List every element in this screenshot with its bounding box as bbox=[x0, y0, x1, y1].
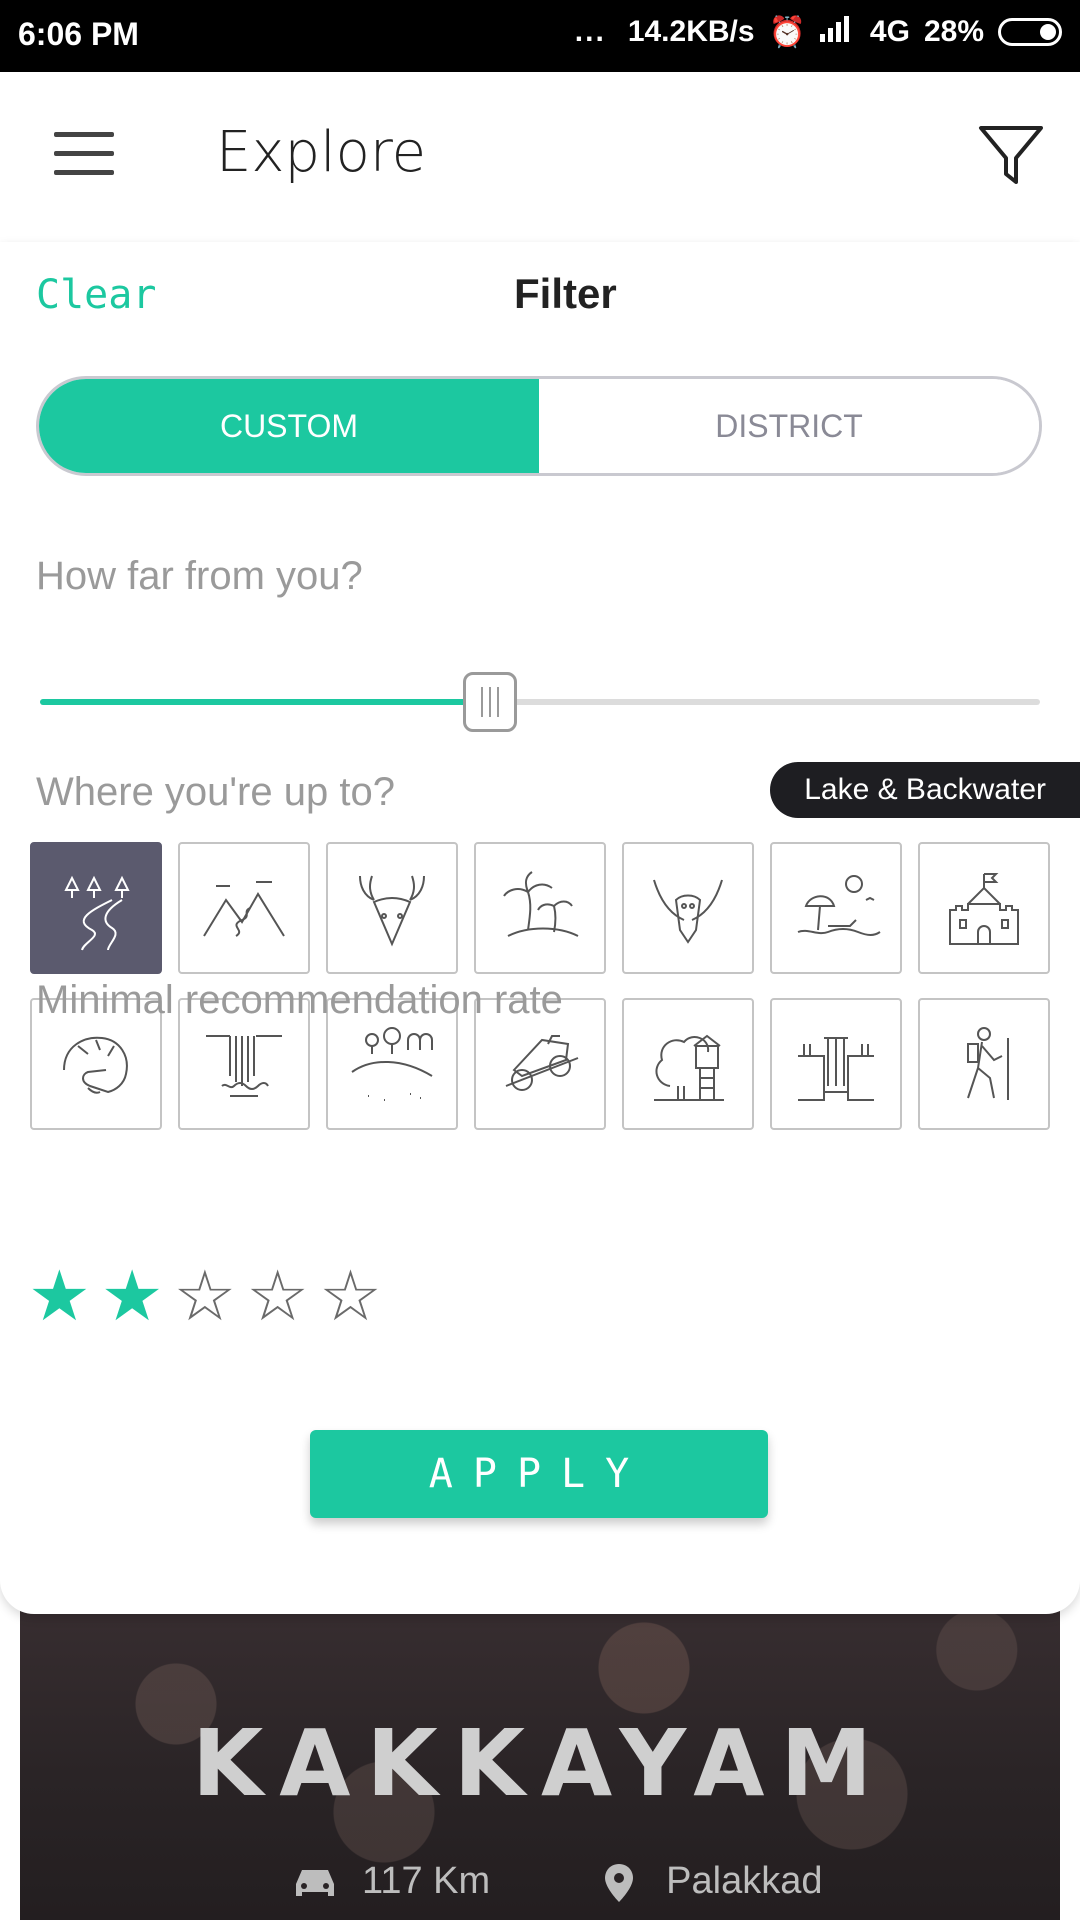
location-pin-icon bbox=[605, 1863, 634, 1902]
car-icon bbox=[296, 1869, 334, 1896]
rating-label: Minimal recommendation rate bbox=[36, 978, 563, 1022]
bird-icon bbox=[653, 879, 723, 944]
category-tile-island[interactable] bbox=[474, 842, 606, 974]
category-tile-hills[interactable] bbox=[178, 842, 310, 974]
adventure-helmet-icon bbox=[63, 1036, 128, 1094]
app-bar: Explore bbox=[0, 72, 1080, 242]
category-tile-bird[interactable] bbox=[622, 842, 754, 974]
rating-star-5-icon[interactable]: ☆ bbox=[319, 1262, 382, 1332]
apply-button[interactable]: APPLY bbox=[310, 1430, 768, 1518]
beach-icon bbox=[797, 875, 881, 936]
distance-label: How far from you? bbox=[36, 554, 363, 598]
offroad-jeep-icon bbox=[505, 1035, 579, 1091]
status-right: ... 14.2KB/s ⏰ 4G 28% bbox=[575, 14, 1062, 50]
destination-meta: 117 Km Palakkad bbox=[290, 1860, 822, 1903]
page-title: Explore bbox=[216, 120, 427, 185]
canyon-waterfall-icon bbox=[798, 1037, 874, 1101]
status-time: 6:06 PM bbox=[18, 16, 139, 52]
filter-sheet: Clear Filter CUSTOM DISTRICT How far fro… bbox=[0, 242, 1080, 1614]
alarm-icon: ⏰ bbox=[768, 15, 806, 49]
signal-icon bbox=[819, 14, 856, 50]
filter-mode-toggle: CUSTOM DISTRICT bbox=[36, 376, 1042, 476]
status-bar: 6:06 PM ... 14.2KB/s ⏰ 4G 28% bbox=[0, 0, 1080, 72]
hamburger-menu-icon[interactable] bbox=[54, 132, 114, 176]
network-speed: 14.2KB/s bbox=[627, 15, 755, 48]
category-tile-hiking[interactable] bbox=[918, 998, 1050, 1130]
destination-location: Palakkad bbox=[666, 1860, 823, 1902]
distance-slider[interactable] bbox=[40, 672, 1040, 732]
wildlife-icon bbox=[359, 875, 425, 947]
tab-custom[interactable]: CUSTOM bbox=[39, 379, 539, 473]
rating-star-3-icon[interactable]: ☆ bbox=[174, 1262, 237, 1332]
rating-star-1-icon[interactable]: ★ bbox=[28, 1262, 91, 1332]
battery-icon bbox=[998, 18, 1062, 46]
meadow-icon bbox=[351, 1027, 433, 1101]
category-tile-fort[interactable] bbox=[918, 842, 1050, 974]
rating-star-4-icon[interactable]: ☆ bbox=[246, 1262, 309, 1332]
waterfall-icon bbox=[206, 1035, 282, 1097]
rating-stars: ★ ★ ☆ ☆ ☆ bbox=[28, 1262, 382, 1332]
lake-backwater-icon bbox=[64, 875, 130, 951]
filter-funnel-icon[interactable] bbox=[976, 120, 1046, 190]
category-tile-tree-house[interactable] bbox=[622, 998, 754, 1130]
island-icon bbox=[503, 871, 579, 937]
battery-percent: 28% bbox=[923, 15, 984, 48]
hiking-icon bbox=[967, 1027, 1009, 1100]
category-tile-canyon[interactable] bbox=[770, 998, 902, 1130]
category-label: Where you're up to? bbox=[36, 770, 395, 814]
hills-icon bbox=[203, 881, 285, 937]
fort-icon bbox=[949, 873, 1019, 945]
notification-dots: ... bbox=[574, 15, 606, 48]
rating-star-2-icon[interactable]: ★ bbox=[101, 1262, 164, 1332]
category-tile-beach[interactable] bbox=[770, 842, 902, 974]
network-type: 4G bbox=[869, 15, 910, 48]
tree-house-icon bbox=[654, 1034, 724, 1101]
tab-district[interactable]: DISTRICT bbox=[539, 379, 1039, 473]
clear-button[interactable]: Clear bbox=[36, 272, 156, 318]
filter-title: Filter bbox=[514, 270, 617, 317]
destination-distance: 117 Km bbox=[362, 1860, 491, 1902]
category-tooltip: Lake & Backwater bbox=[770, 762, 1080, 818]
category-tile-lake-backwater[interactable] bbox=[30, 842, 162, 974]
slider-fill bbox=[40, 699, 490, 705]
slider-thumb[interactable] bbox=[463, 672, 517, 732]
destination-title: KAKKAYAM bbox=[191, 1710, 889, 1817]
destination-card[interactable]: KAKKAYAM 117 Km Palakkad bbox=[20, 1560, 1060, 1920]
category-tile-wildlife[interactable] bbox=[326, 842, 458, 974]
